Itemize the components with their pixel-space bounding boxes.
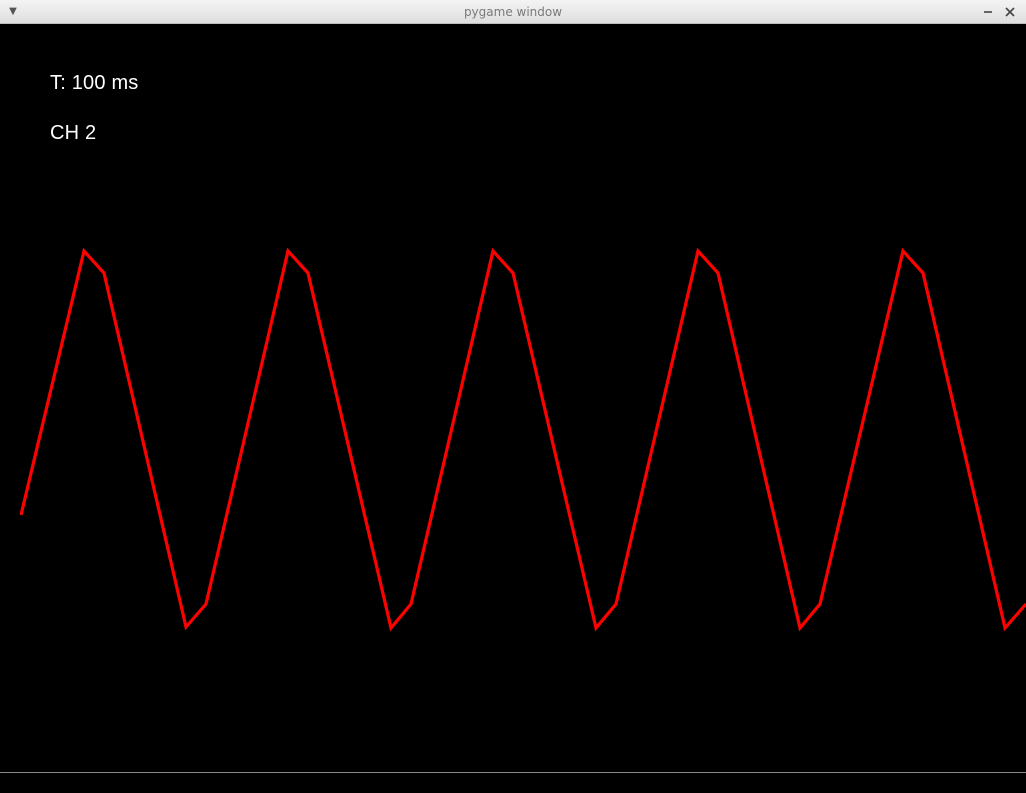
close-icon <box>1005 7 1015 17</box>
waveform-plot <box>19 247 1026 632</box>
pygame-window: ▼ pygame window T: 100 ms CH 2 <box>0 0 1026 793</box>
minimize-button[interactable] <box>980 4 996 20</box>
oscilloscope-canvas[interactable]: T: 100 ms CH 2 <box>2 24 1026 772</box>
waveform-trace <box>19 247 1026 632</box>
minimize-icon <box>984 11 992 13</box>
timebase-label: T: 100 ms <box>50 72 139 94</box>
channel-label: CH 2 <box>50 122 97 144</box>
window-title: pygame window <box>463 5 563 19</box>
window-titlebar[interactable]: ▼ pygame window <box>0 0 1026 24</box>
window-bottom-border <box>0 772 1026 793</box>
close-button[interactable] <box>1002 4 1018 20</box>
